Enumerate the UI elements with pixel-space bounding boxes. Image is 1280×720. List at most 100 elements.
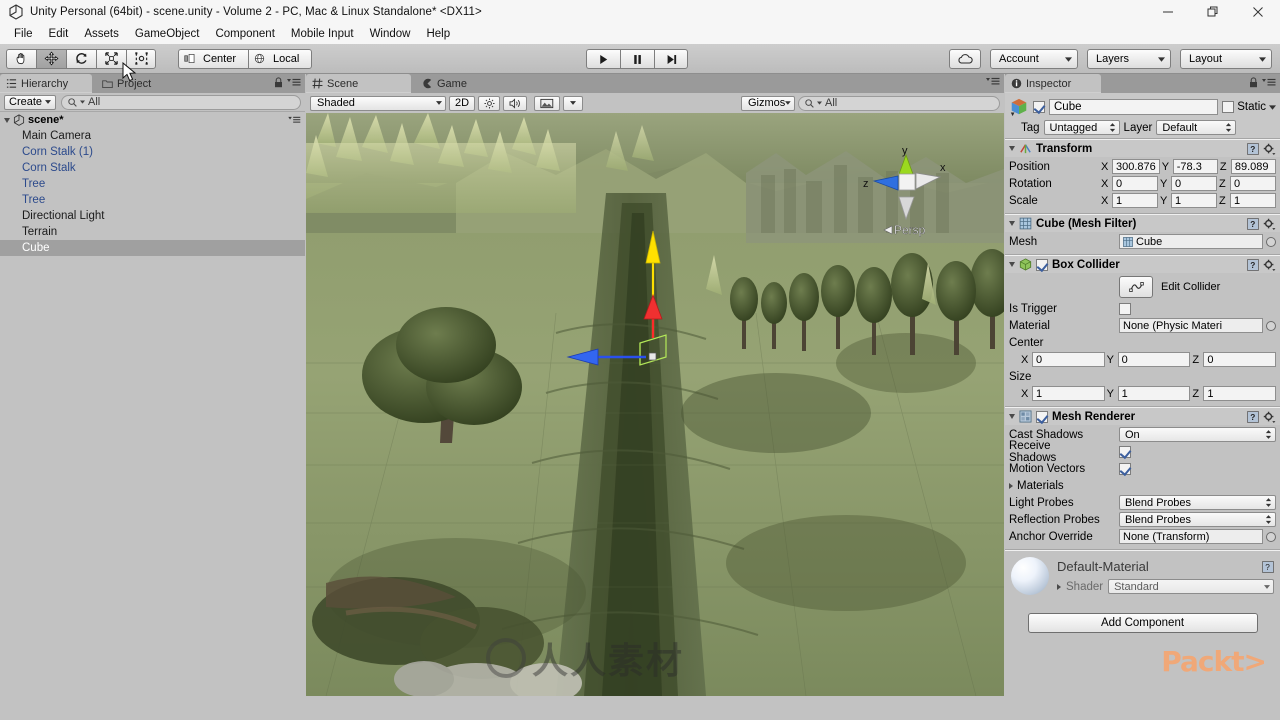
position-x-field[interactable]: 300.876 (1112, 159, 1160, 174)
gameobject-enabled-checkbox[interactable] (1033, 101, 1045, 113)
center-y-field[interactable]: 0 (1117, 352, 1191, 367)
hierarchy-item-directional-light[interactable]: Directional Light (0, 208, 305, 224)
scene-audio-button[interactable] (503, 95, 527, 111)
cast-shadows-dropdown[interactable]: On (1119, 427, 1276, 442)
size-z-field[interactable]: 1 (1203, 386, 1277, 401)
draw-mode-dropdown[interactable]: Shaded (310, 95, 446, 111)
tab-inspector[interactable]: Inspector (1005, 74, 1101, 93)
scene-lighting-button[interactable] (478, 95, 500, 111)
tag-dropdown[interactable]: Untagged (1043, 120, 1120, 135)
box-collider-header[interactable]: Box Collider ? (1005, 256, 1280, 273)
unity-cloud-button[interactable] (949, 49, 981, 69)
gameobject-name-field[interactable]: Cube (1049, 99, 1219, 115)
layers-button[interactable]: Layers (1087, 49, 1171, 69)
move-tool-button[interactable] (36, 48, 66, 69)
edit-collider-button[interactable] (1119, 276, 1153, 298)
toggle-2d-button[interactable]: 2D (449, 95, 475, 111)
space-mode-button[interactable]: Local (248, 48, 313, 69)
scale-x-field[interactable]: 1 (1112, 193, 1158, 208)
menu-assets[interactable]: Assets (76, 26, 127, 42)
play-button[interactable] (586, 49, 620, 69)
expand-arrow-icon[interactable] (1057, 583, 1061, 590)
chevron-down-icon[interactable] (1269, 104, 1276, 110)
mesh-object-field[interactable]: Cube (1119, 234, 1263, 249)
menu-gameobject[interactable]: GameObject (127, 26, 208, 42)
mesh-renderer-header[interactable]: Mesh Renderer ? (1005, 408, 1280, 425)
scene-viewport[interactable]: y z x Persp 人人素材 (306, 113, 1004, 696)
box-collider-enabled-checkbox[interactable] (1036, 258, 1048, 271)
scale-z-field[interactable]: 1 (1230, 193, 1276, 208)
hierarchy-item-corn-stalk[interactable]: Corn Stalk (0, 160, 305, 176)
help-icon[interactable]: ? (1247, 410, 1259, 423)
collapse-arrow-icon[interactable] (1009, 414, 1015, 419)
layout-button[interactable]: Layout (1180, 49, 1272, 69)
receive-shadows-checkbox[interactable] (1119, 445, 1131, 458)
collapse-arrow-icon[interactable] (1009, 146, 1015, 151)
gear-icon[interactable] (1263, 143, 1276, 155)
pause-button[interactable] (620, 49, 654, 69)
menu-file[interactable]: File (6, 26, 41, 42)
menu-mobile-input[interactable]: Mobile Input (283, 26, 362, 42)
minimize-button[interactable] (1145, 0, 1190, 24)
panel-menu-icon[interactable] (287, 78, 301, 87)
hierarchy-list[interactable]: scene* Main Camera Corn Stalk (1) Corn S… (0, 112, 305, 696)
transform-header[interactable]: Transform ? (1005, 140, 1280, 157)
pivot-mode-button[interactable]: Center (178, 48, 249, 69)
center-z-field[interactable]: 0 (1203, 352, 1277, 367)
rotation-z-field[interactable]: 0 (1230, 176, 1276, 191)
rotate-tool-button[interactable] (66, 48, 96, 69)
hierarchy-item-main-camera[interactable]: Main Camera (0, 128, 305, 144)
hierarchy-item-tree-2[interactable]: Tree (0, 192, 305, 208)
motion-vectors-checkbox[interactable] (1119, 462, 1131, 475)
mesh-renderer-enabled-checkbox[interactable] (1036, 410, 1048, 423)
hierarchy-item-tree-1[interactable]: Tree (0, 176, 305, 192)
physic-material-field[interactable]: None (Physic Materi (1119, 318, 1263, 333)
hierarchy-item-corn-stalk-1[interactable]: Corn Stalk (1) (0, 144, 305, 160)
static-checkbox[interactable] (1222, 101, 1235, 113)
expand-arrow-icon[interactable] (1009, 482, 1013, 489)
scene-search-input[interactable]: All (798, 95, 1000, 111)
hierarchy-scene-root[interactable]: scene* (0, 112, 305, 128)
rect-transform-tool-button[interactable] (126, 48, 156, 69)
tab-scene[interactable]: Scene (306, 74, 411, 93)
help-icon[interactable]: ? (1247, 217, 1259, 230)
gizmos-dropdown[interactable]: Gizmos (741, 95, 795, 111)
layer-dropdown[interactable]: Default (1156, 120, 1237, 135)
scale-y-field[interactable]: 1 (1171, 193, 1217, 208)
gear-icon[interactable] (1263, 259, 1276, 271)
anchor-override-picker-button[interactable] (1266, 531, 1276, 542)
mesh-picker-button[interactable] (1266, 236, 1276, 247)
menu-edit[interactable]: Edit (41, 26, 77, 42)
hierarchy-search-input[interactable]: All (61, 94, 301, 110)
position-z-field[interactable]: 89.089 (1230, 159, 1277, 174)
is-trigger-checkbox[interactable] (1119, 302, 1131, 315)
gear-icon[interactable] (1263, 218, 1276, 230)
tab-game[interactable]: Game (416, 74, 494, 93)
tab-project[interactable]: Project (96, 74, 180, 93)
collapse-arrow-icon[interactable] (1009, 221, 1015, 226)
light-probes-dropdown[interactable]: Blend Probes (1119, 495, 1276, 510)
help-icon[interactable]: ? (1247, 142, 1259, 155)
scale-tool-button[interactable] (96, 48, 126, 69)
maximize-button[interactable] (1190, 0, 1235, 24)
scene-effects-dropdown[interactable] (563, 95, 583, 111)
rotation-y-field[interactable]: 0 (1171, 176, 1217, 191)
expand-arrow-icon[interactable] (4, 117, 10, 123)
hand-tool-button[interactable] (6, 48, 36, 69)
scene-tab-options[interactable] (986, 77, 1000, 86)
lock-icon[interactable] (1249, 77, 1258, 88)
static-toggle[interactable]: Static (1222, 101, 1276, 113)
menu-window[interactable]: Window (362, 26, 419, 42)
lock-icon[interactable] (274, 77, 283, 88)
reflection-probes-dropdown[interactable]: Blend Probes (1119, 512, 1276, 527)
size-y-field[interactable]: 1 (1117, 386, 1191, 401)
create-button[interactable]: Create (4, 94, 57, 110)
mesh-filter-header[interactable]: Cube (Mesh Filter) ? (1005, 215, 1280, 232)
hierarchy-item-terrain[interactable]: Terrain (0, 224, 305, 240)
size-x-field[interactable]: 1 (1032, 386, 1105, 401)
center-x-field[interactable]: 0 (1032, 352, 1105, 367)
help-icon[interactable]: ? (1247, 258, 1259, 271)
tab-hierarchy[interactable]: Hierarchy (0, 74, 92, 93)
close-button[interactable] (1235, 0, 1280, 24)
hierarchy-scene-menu[interactable] (288, 116, 301, 124)
